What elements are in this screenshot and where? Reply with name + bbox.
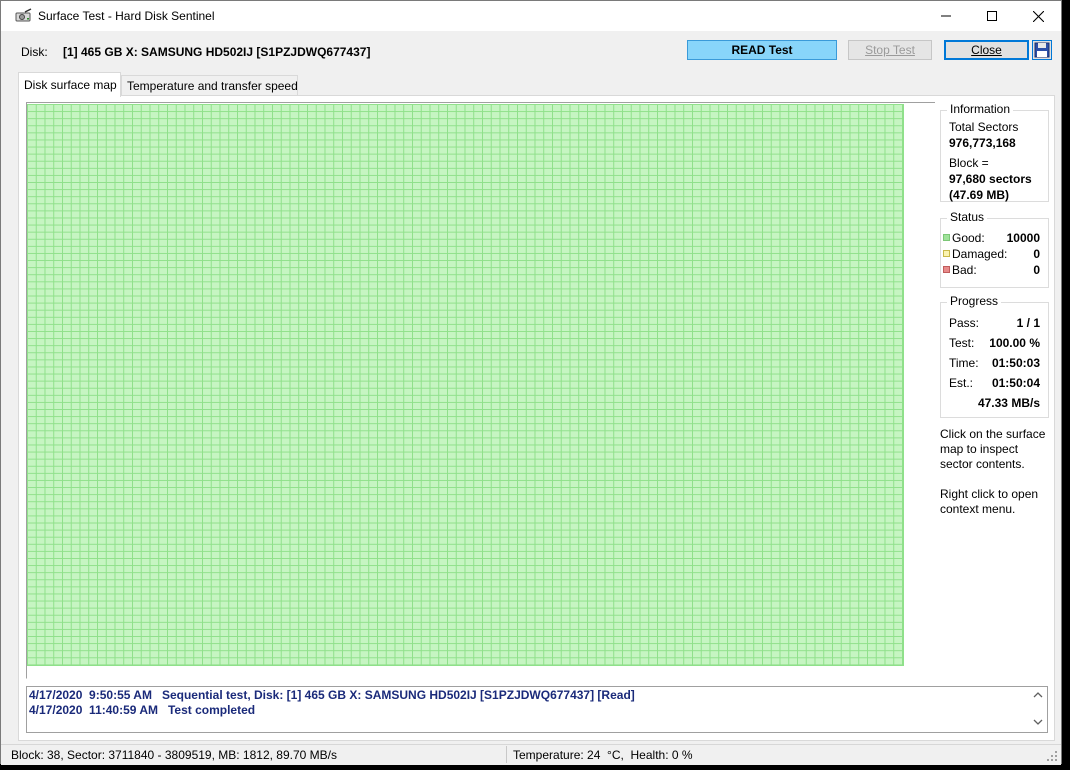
time-value: 01:50:03 <box>991 356 1040 370</box>
status-good-label: Good: <box>952 231 985 245</box>
test-log[interactable]: 4/17/2020 9:50:55 AM Sequential test, Di… <box>26 686 1048 733</box>
click-hint: Click on the surface map to inspect sect… <box>940 427 1046 471</box>
time-row: Time: 01:50:03 <box>949 356 1040 372</box>
disk-surface-map[interactable] <box>27 104 904 666</box>
est-label: Est.: <box>949 376 974 390</box>
status-separator <box>506 746 507 763</box>
log-line: 4/17/2020 9:50:55 AM Sequential test, Di… <box>29 688 635 702</box>
good-swatch-icon <box>943 234 950 242</box>
log-scrollbar[interactable] <box>1030 687 1047 732</box>
test-value: 100.00 % <box>989 336 1040 350</box>
read-test-button[interactable]: READ Test <box>687 40 837 60</box>
speed-value: 47.33 MB/s <box>977 396 1040 410</box>
status-damaged-label: Damaged: <box>952 247 1008 261</box>
status-bad-label: Bad: <box>952 263 977 277</box>
status-damaged-row: Damaged: 0 <box>943 247 1040 263</box>
damaged-swatch-icon <box>943 250 950 258</box>
minimize-button[interactable] <box>923 1 969 31</box>
disk-name: [1] 465 GB X: SAMSUNG HD502IJ [S1PZJDWQ6… <box>63 45 371 59</box>
status-bar: Block: 38, Sector: 3711840 - 3809519, MB… <box>1 744 1061 765</box>
information-title: Information <box>947 102 1014 116</box>
window-title: Surface Test - Hard Disk Sentinel <box>38 9 215 23</box>
pass-row: Pass: 1 / 1 <box>949 316 1040 332</box>
pass-value: 1 / 1 <box>1016 316 1040 330</box>
save-icon <box>1032 40 1052 60</box>
total-sectors-label: Total Sectors <box>949 120 1019 134</box>
progress-group: Progress Pass: 1 / 1 Test: 100.00 % Time… <box>940 294 1049 418</box>
status-bad-value: 0 <box>1033 263 1040 277</box>
title-bar: Surface Test - Hard Disk Sentinel <box>1 1 1061 31</box>
minimize-icon <box>941 15 951 17</box>
stop-test-button[interactable]: Stop Test <box>848 40 932 60</box>
test-label: Test: <box>949 336 975 350</box>
tab-temperature-transfer-speed[interactable]: Temperature and transfer speed <box>121 75 298 96</box>
save-button[interactable] <box>1032 40 1052 60</box>
temperature-health-status: Temperature: 24 °C, Health: 0 % <box>513 748 693 762</box>
status-group: Status Good: 10000 Damaged: 0 Bad: 0 <box>940 210 1049 288</box>
maximize-icon <box>987 11 997 21</box>
bad-swatch-icon <box>943 266 950 274</box>
surface-test-window: Surface Test - Hard Disk Sentinel Disk: … <box>0 0 1062 765</box>
resize-grip-icon[interactable] <box>1047 751 1057 761</box>
right-click-hint: Right click to open context menu. <box>940 487 1039 516</box>
maximize-button[interactable] <box>969 1 1015 31</box>
status-good-row: Good: 10000 <box>943 231 1040 247</box>
tab-panel: Information Total Sectors 976,773,168 Bl… <box>18 95 1055 741</box>
block-sectors: 97,680 sectors <box>949 172 1032 186</box>
scroll-down-icon[interactable] <box>1033 718 1043 726</box>
est-row: Est.: 01:50:04 <box>949 376 1040 392</box>
disk-toolbar: Disk: [1] 465 GB X: SAMSUNG HD502IJ [S1P… <box>1 32 1061 68</box>
disk-label: Disk: <box>21 45 48 59</box>
status-good-value: 10000 <box>1006 231 1040 245</box>
status-damaged-value: 0 <box>1033 247 1040 261</box>
progress-title: Progress <box>947 294 1002 308</box>
time-label: Time: <box>949 356 979 370</box>
close-icon <box>1032 10 1044 22</box>
tab-disk-surface-map[interactable]: Disk surface map <box>18 72 121 97</box>
information-group: Information Total Sectors 976,773,168 Bl… <box>940 102 1049 202</box>
close-button[interactable]: Close <box>944 40 1029 60</box>
hard-disk-icon <box>15 8 33 24</box>
total-sectors-value: 976,773,168 <box>949 136 1016 150</box>
block-size: (47.69 MB) <box>949 188 1010 202</box>
surface-map-frame <box>26 102 935 679</box>
test-row: Test: 100.00 % <box>949 336 1040 352</box>
log-line: 4/17/2020 11:40:59 AM Test completed <box>29 703 256 717</box>
window-close-button[interactable] <box>1015 1 1061 31</box>
pass-label: Pass: <box>949 316 980 330</box>
est-value: 01:50:04 <box>991 376 1040 390</box>
block-label: Block = <box>949 156 989 170</box>
block-info-status: Block: 38, Sector: 3711840 - 3809519, MB… <box>11 748 337 762</box>
status-bad-row: Bad: 0 <box>943 263 1040 279</box>
speed-row: 47.33 MB/s <box>949 396 1040 412</box>
scroll-up-icon[interactable] <box>1033 691 1043 699</box>
status-title: Status <box>947 210 988 224</box>
